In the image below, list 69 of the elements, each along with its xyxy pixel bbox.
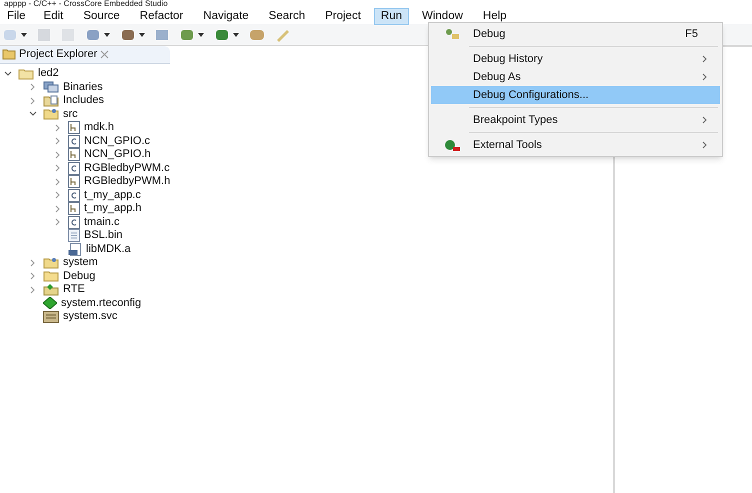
project-folder-icon <box>18 68 34 80</box>
menu-entry[interactable]: Debug History <box>431 50 720 68</box>
menu-item[interactable]: Window <box>415 8 470 24</box>
menu-entry-label: Debug <box>473 26 506 42</box>
header-file-icon <box>68 148 80 162</box>
dropdown-caret-icon[interactable] <box>139 32 145 36</box>
c-file-icon <box>68 162 80 175</box>
menu-entry-label: Breakpoint Types <box>473 112 559 128</box>
menu-entry-label: Debug History <box>473 52 544 67</box>
menu-item[interactable]: Help <box>476 8 514 24</box>
source-folder-icon <box>43 256 59 269</box>
menu-item[interactable]: Search <box>262 8 312 24</box>
tree-item-label[interactable]: t_my_app.c <box>84 190 141 201</box>
tree-item-label[interactable]: RGBledbyPWM.c <box>84 162 170 174</box>
includes-folder-icon <box>43 94 59 107</box>
dropdown-caret-icon[interactable] <box>233 32 239 36</box>
header-file-icon <box>68 121 80 134</box>
tree-item-label[interactable]: t_my_app.h <box>84 203 142 214</box>
header-file-icon <box>68 175 80 188</box>
dropdown-caret-icon[interactable] <box>104 32 110 36</box>
tree-item-label[interactable]: Debug <box>63 270 96 282</box>
menu-entry[interactable]: Breakpoint Types <box>431 111 720 129</box>
close-icon[interactable] <box>100 50 110 59</box>
window-title: apppp - C/C++ - CrossCore Embedded Studio <box>4 0 168 8</box>
tree-item-label[interactable]: tmain.c <box>84 216 120 228</box>
dropdown-caret-icon[interactable] <box>21 32 27 36</box>
svc-file-icon <box>43 310 59 323</box>
binary-file-icon <box>68 229 80 242</box>
c-file-icon <box>68 188 80 202</box>
menu-item[interactable]: Project <box>318 8 368 24</box>
dropdown-caret-icon[interactable] <box>198 32 204 36</box>
c-file-icon <box>68 134 80 148</box>
tree-item-label[interactable]: Binaries <box>63 82 103 93</box>
tree-item-label[interactable]: NCN_GPIO.h <box>84 149 151 160</box>
menu-entry-label: Debug Configurations... <box>473 88 590 103</box>
tree-item-label[interactable]: RTE <box>63 284 85 296</box>
menu-entry[interactable]: Debug Configurations... <box>431 86 720 104</box>
menu-entry[interactable]: External Tools <box>431 136 720 154</box>
tree-item-label[interactable]: NCN_GPIO.c <box>84 136 150 147</box>
shortcut-label: F5 <box>685 26 698 42</box>
tree-item-label[interactable]: Includes <box>63 95 104 106</box>
tree-item-label[interactable]: led2 <box>38 68 59 80</box>
tree-item-label[interactable]: system.svc <box>63 311 118 322</box>
binaries-icon <box>43 81 59 94</box>
tree-item-label[interactable]: system.rteconfig <box>61 298 142 309</box>
tree-item-label[interactable]: mdk.h <box>84 122 114 134</box>
menu-item[interactable]: Navigate <box>196 8 256 24</box>
tree-item-label[interactable]: system <box>63 257 98 268</box>
menu-entry-label: External Tools <box>473 138 543 153</box>
menu-entry[interactable]: Debug As <box>431 68 720 86</box>
rte-config-icon <box>43 297 57 310</box>
header-file-icon <box>68 202 80 216</box>
tree-item-label[interactable]: libMDK.a <box>86 244 131 255</box>
menu-item[interactable]: File <box>0 8 33 24</box>
folder-icon <box>43 270 59 282</box>
c-file-icon <box>68 216 80 229</box>
menu-item[interactable]: Edit <box>36 8 70 24</box>
rte-icon <box>43 284 59 296</box>
archive-file-icon <box>68 242 82 256</box>
tree-item-label[interactable]: src <box>63 108 78 120</box>
source-folder-icon <box>43 108 59 120</box>
menu-entry[interactable]: Debug F5 <box>431 25 720 43</box>
folder-icon <box>2 49 16 60</box>
tree-item-label[interactable]: BSL.bin <box>84 230 123 242</box>
menu-item[interactable]: Run <box>374 8 409 24</box>
tree-item-label[interactable]: RGBledbyPWM.h <box>84 176 170 188</box>
menu-entry-label: Debug As <box>473 70 522 85</box>
menu-item[interactable]: Source <box>76 8 127 24</box>
menu-item[interactable]: Refactor <box>132 8 190 24</box>
